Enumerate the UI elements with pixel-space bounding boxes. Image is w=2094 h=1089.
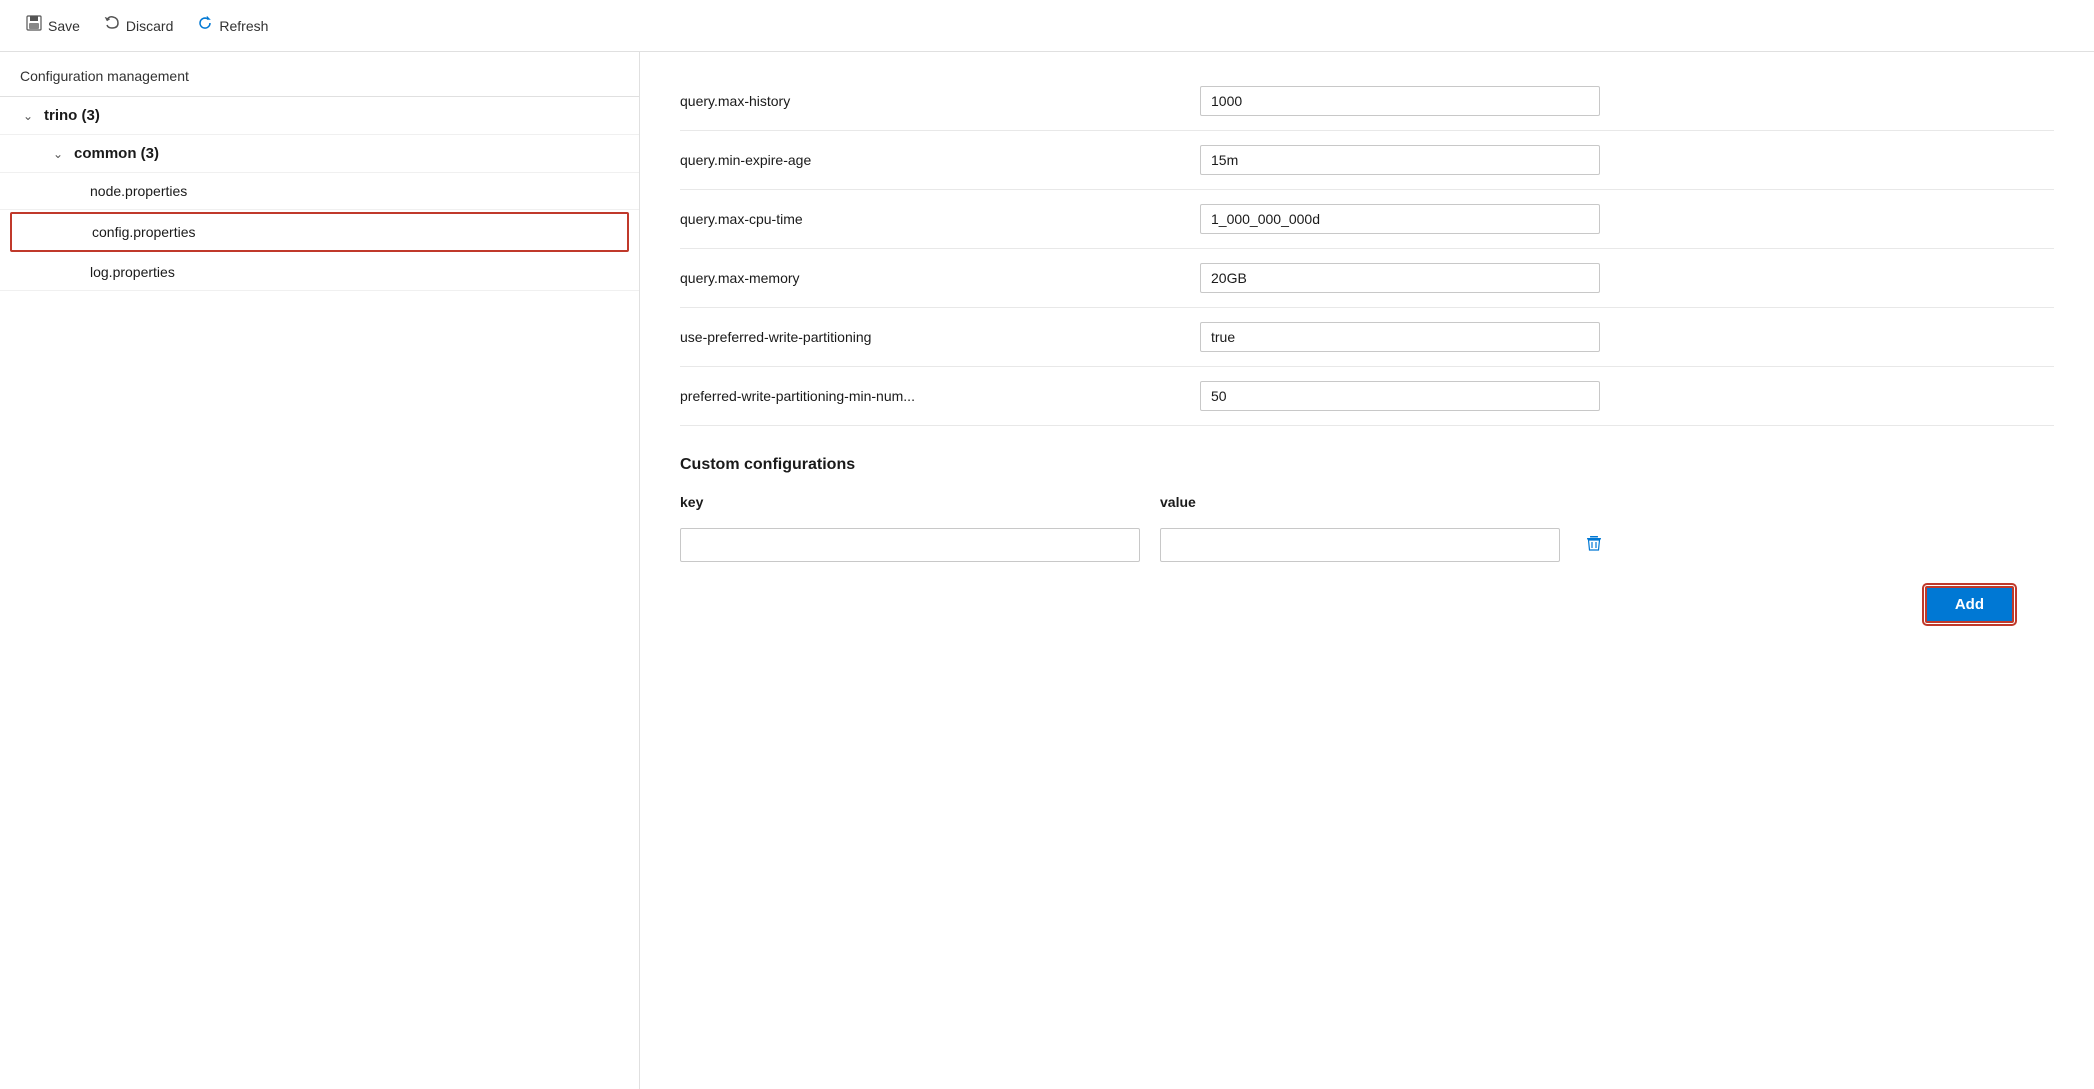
config-row-4: use-preferred-write-partitioning <box>680 308 2054 367</box>
discard-icon <box>104 15 120 36</box>
discard-button[interactable]: Discard <box>94 9 183 42</box>
config-key-5: preferred-write-partitioning-min-num... <box>680 388 1200 404</box>
config-key-3: query.max-memory <box>680 270 1200 286</box>
config-key-2: query.max-cpu-time <box>680 211 1200 227</box>
save-label: Save <box>48 18 80 34</box>
custom-configurations-section: Custom configurations key value <box>680 456 2054 623</box>
sidebar-header: Configuration management <box>0 52 639 97</box>
config-input-0[interactable] <box>1200 86 1600 116</box>
toolbar: Save Discard Refresh <box>0 0 2094 52</box>
tree-item-label: node.properties <box>90 183 187 199</box>
chevron-down-icon: ⌄ <box>50 147 66 161</box>
sidebar: Configuration management ⌄ trino (3) ⌄ c… <box>0 52 640 1089</box>
discard-label: Discard <box>126 18 173 34</box>
sidebar-item-common[interactable]: ⌄ common (3) <box>0 135 639 173</box>
tree-item-label: config.properties <box>92 224 196 240</box>
custom-row-0 <box>680 528 2054 562</box>
config-input-2[interactable] <box>1200 204 1600 234</box>
config-row-3: query.max-memory <box>680 249 2054 308</box>
custom-value-header: value <box>1160 494 2054 510</box>
config-value-2 <box>1200 204 1600 234</box>
custom-key-input-wrapper <box>680 528 1140 562</box>
config-rows: query.max-history query.min-expire-age q… <box>680 72 2054 426</box>
config-value-4 <box>1200 322 1600 352</box>
custom-value-input-wrapper <box>1160 528 1560 562</box>
save-icon <box>26 15 42 36</box>
config-value-1 <box>1200 145 1600 175</box>
sidebar-item-log-properties[interactable]: log.properties <box>0 254 639 291</box>
config-input-4[interactable] <box>1200 322 1600 352</box>
config-input-5[interactable] <box>1200 381 1600 411</box>
config-value-3 <box>1200 263 1600 293</box>
custom-section-title: Custom configurations <box>680 456 2054 474</box>
config-input-3[interactable] <box>1200 263 1600 293</box>
trash-icon <box>1584 533 1604 558</box>
config-row-5: preferred-write-partitioning-min-num... <box>680 367 2054 426</box>
main-layout: Configuration management ⌄ trino (3) ⌄ c… <box>0 52 2094 1089</box>
config-row-0: query.max-history <box>680 72 2054 131</box>
config-row-1: query.min-expire-age <box>680 131 2054 190</box>
right-panel: query.max-history query.min-expire-age q… <box>640 52 2094 1089</box>
custom-value-input-0[interactable] <box>1160 528 1560 562</box>
config-row-2: query.max-cpu-time <box>680 190 2054 249</box>
add-button[interactable]: Add <box>1925 586 2014 623</box>
chevron-down-icon: ⌄ <box>20 109 36 123</box>
refresh-button[interactable]: Refresh <box>187 9 278 42</box>
refresh-icon <box>197 15 213 36</box>
custom-key-input-0[interactable] <box>680 528 1140 562</box>
config-value-5 <box>1200 381 1600 411</box>
tree-item-label: log.properties <box>90 264 175 280</box>
add-btn-row: Add <box>680 586 2054 623</box>
refresh-label: Refresh <box>219 18 268 34</box>
save-button[interactable]: Save <box>16 9 90 42</box>
config-input-1[interactable] <box>1200 145 1600 175</box>
custom-key-header: key <box>680 494 1140 510</box>
config-key-0: query.max-history <box>680 93 1200 109</box>
sidebar-item-config-properties[interactable]: config.properties <box>10 212 629 252</box>
config-value-0 <box>1200 86 1600 116</box>
custom-table-header: key value <box>680 494 2054 518</box>
sidebar-item-node-properties[interactable]: node.properties <box>0 173 639 210</box>
sidebar-item-trino[interactable]: ⌄ trino (3) <box>0 97 639 135</box>
config-key-1: query.min-expire-age <box>680 152 1200 168</box>
config-key-4: use-preferred-write-partitioning <box>680 329 1200 345</box>
delete-row-button-0[interactable] <box>1580 529 1608 562</box>
